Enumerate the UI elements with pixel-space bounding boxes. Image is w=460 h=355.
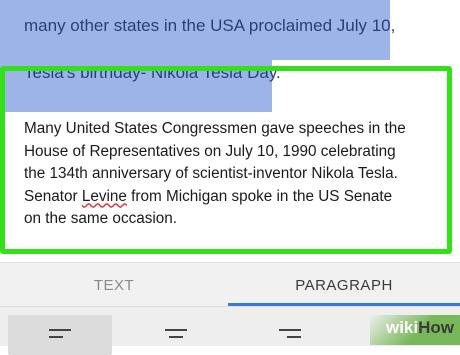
tab-text[interactable]: TEXT [0, 263, 228, 307]
watermark-how: How [418, 318, 454, 337]
align-right-icon [279, 329, 301, 355]
paragraph-line-2: House of Representatives on July 10, 199… [24, 142, 396, 160]
align-center-button[interactable] [124, 315, 228, 355]
align-left-button[interactable] [8, 315, 112, 355]
align-center-icon [165, 329, 187, 355]
align-right-button[interactable] [238, 315, 342, 355]
paragraph-line-4: Senator Levine from Michigan spoke in th… [24, 186, 444, 209]
selected-text-line-1[interactable]: many other states in the USA proclaimed … [24, 16, 395, 36]
paragraph[interactable]: Many United States Congressmen gave spee… [24, 118, 444, 231]
paragraph-line-1: Many United States Congressmen gave spee… [24, 120, 406, 137]
document-area[interactable]: many other states in the USA proclaimed … [0, 0, 460, 262]
watermark-logo: wikiHow [386, 318, 454, 338]
watermark-wiki: wiki [385, 318, 419, 337]
paragraph-line-3: the 134th anniversary of scientist-inven… [24, 165, 398, 182]
align-left-icon [49, 329, 71, 355]
paragraph-line-4-start: Senator [24, 187, 82, 205]
format-tab-bar: TEXT PARAGRAPH [0, 262, 460, 307]
paragraph-line-4-end: from Michigan spoke in the US Senate [126, 187, 393, 205]
misspelled-word[interactable]: Levine [82, 188, 127, 205]
tab-paragraph[interactable]: PARAGRAPH [228, 263, 460, 307]
paragraph-line-5: on the same occasion. [24, 210, 178, 227]
